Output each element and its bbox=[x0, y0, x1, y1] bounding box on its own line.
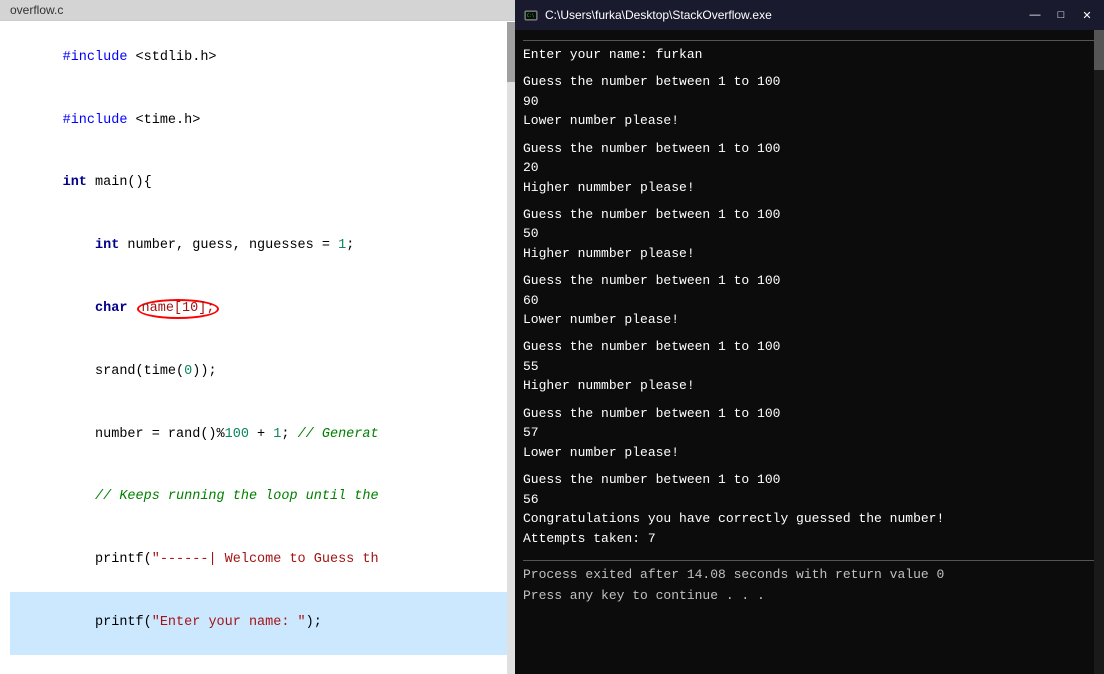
maximize-button[interactable]: □ bbox=[1052, 6, 1070, 24]
console-line: 55 bbox=[523, 357, 1096, 377]
console-line: Guess the number between 1 to 100 bbox=[523, 337, 1096, 357]
console-line: Lower number please! bbox=[523, 310, 1096, 330]
close-button[interactable]: ✕ bbox=[1078, 6, 1096, 24]
console-line: Guess the number between 1 to 100 bbox=[523, 205, 1096, 225]
console-line bbox=[523, 65, 1096, 73]
minimize-button[interactable]: — bbox=[1026, 6, 1044, 24]
code-line: srand(time(0)); bbox=[10, 341, 515, 404]
console-body: Enter your name: furkan Guess the number… bbox=[515, 30, 1104, 674]
code-line: printf("------| Welcome to Guess th bbox=[10, 529, 515, 592]
console-line: Higher nummber please! bbox=[523, 178, 1096, 198]
code-line: int main(){ bbox=[10, 153, 515, 216]
console-line: Lower number please! bbox=[523, 111, 1096, 131]
console-line: Guess the number between 1 to 100 bbox=[523, 470, 1096, 490]
console-line: 60 bbox=[523, 291, 1096, 311]
console-line bbox=[523, 396, 1096, 404]
console-line: Enter your name: furkan bbox=[523, 45, 1096, 65]
code-line: scanf("%s", name); bbox=[10, 655, 515, 673]
code-line: // Keeps running the loop until the bbox=[10, 466, 515, 529]
console-line: Guess the number between 1 to 100 bbox=[523, 404, 1096, 424]
console-line bbox=[523, 131, 1096, 139]
console-separator bbox=[523, 560, 1096, 561]
console-line bbox=[523, 263, 1096, 271]
editor-pane: overflow.c #include <stdlib.h> #include … bbox=[0, 0, 515, 674]
code-line: int number, guess, nguesses = 1; bbox=[10, 215, 515, 278]
console-line: 57 bbox=[523, 423, 1096, 443]
console-line: Lower number please! bbox=[523, 443, 1096, 463]
console-line bbox=[523, 330, 1096, 338]
console-line bbox=[523, 197, 1096, 205]
console-line: Congratulations you have correctly guess… bbox=[523, 509, 1096, 529]
console-line: Attempts taken: 7 bbox=[523, 529, 1096, 549]
code-line: char name[10]; bbox=[10, 278, 515, 341]
code-line: #include <stdlib.h> bbox=[10, 27, 515, 90]
console-line bbox=[523, 548, 1096, 556]
code-line: number = rand()%100 + 1; // Generat bbox=[10, 404, 515, 467]
code-area: #include <stdlib.h> #include <time.h> in… bbox=[0, 21, 515, 673]
code-line: #include <time.h> bbox=[10, 90, 515, 153]
console-line: 90 bbox=[523, 92, 1096, 112]
console-line: Process exited after 14.08 seconds with … bbox=[523, 565, 1096, 585]
console-line: Higher nummber please! bbox=[523, 244, 1096, 264]
editor-tab[interactable]: overflow.c bbox=[0, 0, 515, 21]
console-scrollbar[interactable] bbox=[1094, 30, 1104, 674]
console-line: Guess the number between 1 to 100 bbox=[523, 139, 1096, 159]
console-line: Guess the number between 1 to 100 bbox=[523, 271, 1096, 291]
console-titlebar: C:\ C:\Users\furka\Desktop\StackOverflow… bbox=[515, 0, 1104, 30]
console-scrollbar-thumb[interactable] bbox=[1094, 30, 1104, 70]
window-controls: — □ ✕ bbox=[1026, 6, 1096, 24]
console-separator bbox=[523, 40, 1096, 41]
console-line bbox=[523, 462, 1096, 470]
tab-label: overflow.c bbox=[10, 3, 63, 17]
console-line: Higher nummber please! bbox=[523, 376, 1096, 396]
console-line: Guess the number between 1 to 100 bbox=[523, 72, 1096, 92]
console-line: 50 bbox=[523, 224, 1096, 244]
editor-scrollbar[interactable] bbox=[507, 22, 515, 674]
annotation-name10: name[10]; bbox=[137, 299, 220, 319]
console-title-text: C:\Users\furka\Desktop\StackOverflow.exe bbox=[545, 8, 1026, 22]
console-pane: C:\ C:\Users\furka\Desktop\StackOverflow… bbox=[515, 0, 1104, 674]
console-line: 20 bbox=[523, 158, 1096, 178]
code-line-highlighted: printf("Enter your name: "); bbox=[10, 592, 515, 655]
console-line: 56 bbox=[523, 490, 1096, 510]
scrollbar-thumb[interactable] bbox=[507, 22, 515, 82]
console-line: Press any key to continue . . . bbox=[523, 586, 1096, 606]
svg-text:C:\: C:\ bbox=[527, 13, 535, 18]
console-icon: C:\ bbox=[523, 7, 539, 23]
